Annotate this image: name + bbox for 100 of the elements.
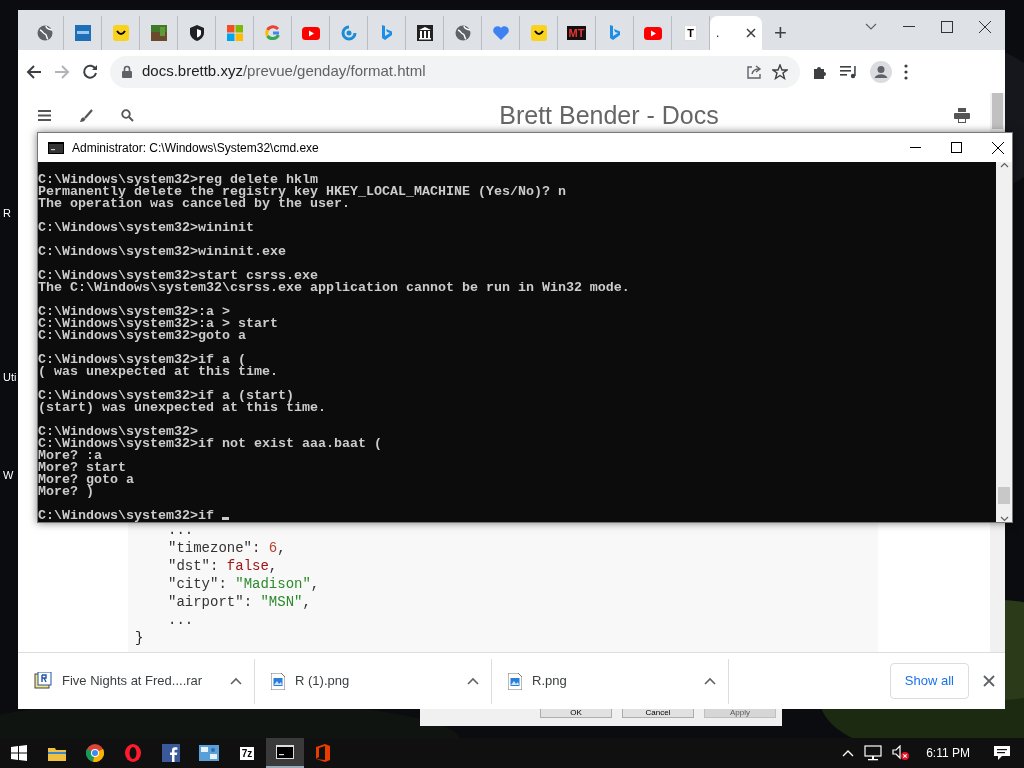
maximize-icon[interactable] [941, 21, 953, 33]
minimize-icon[interactable] [903, 26, 915, 28]
console-line: C:\Windows\system32>if a (start) [38, 390, 294, 402]
office-icon [316, 744, 330, 762]
code-line: "dst": false, [168, 557, 279, 575]
letter-icon: MT [566, 26, 587, 40]
console-line: (start) was unexpected at this time. [38, 402, 327, 414]
close-button[interactable] [983, 675, 995, 687]
reload-icon[interactable] [82, 63, 98, 80]
chevron-down-icon[interactable] [865, 23, 877, 31]
console-line: C:\Windows\system32>if not exist aaa.baat ( [38, 438, 383, 450]
desktop-icon-label[interactable]: R [3, 205, 11, 222]
notification-icon[interactable] [994, 746, 1010, 760]
file-name: Five Nights at Fred....rar [62, 672, 204, 691]
menu-dots-icon[interactable] [904, 63, 908, 80]
console-line: More? start [38, 462, 127, 474]
desktop-icon-label[interactable]: Uti [3, 369, 17, 386]
window-title: Administrator: C:\Windows\System32\cmd.exe [72, 139, 319, 157]
scroll-down-icon [999, 516, 1009, 522]
console-line: C:\Windows\system32>:a > [38, 306, 231, 318]
page-title: Brett Bender - Docs [498, 99, 720, 131]
vm-logo-icon [74, 25, 91, 41]
file-name: R (1).png [295, 672, 351, 691]
console-line: C:\Windows\system32>reg delete hklm [38, 174, 319, 186]
download-item[interactable]: R.png [492, 658, 729, 704]
minimize-icon[interactable] [910, 146, 921, 149]
smiley-icon [530, 25, 547, 41]
caret-up-icon[interactable] [467, 677, 479, 685]
avatar-icon[interactable] [870, 60, 892, 83]
scrollbar[interactable] [996, 162, 1012, 522]
smiley-icon [112, 25, 129, 41]
desktop-icon-label[interactable]: W [3, 467, 14, 484]
search-icon[interactable] [121, 109, 134, 122]
address-bar[interactable]: docs.brettb.xyz/prevue/genday/format.html [110, 55, 800, 88]
caret-up-icon[interactable] [230, 677, 242, 685]
globe-icon [36, 25, 53, 41]
opera-icon [124, 744, 142, 762]
columns-icon [416, 25, 433, 41]
browser-tab[interactable]: . [710, 16, 762, 50]
taskbar-app[interactable]: 7z [228, 738, 266, 768]
console-line: C:\Windows\system32>if a ( [38, 354, 246, 366]
control-panel-icon [199, 745, 219, 761]
tab-title: . [716, 25, 720, 42]
shield-icon [188, 25, 205, 41]
dialog-button[interactable]: OK [540, 709, 612, 718]
play-icon [643, 26, 662, 40]
facebook-icon [162, 744, 180, 762]
menu-icon[interactable] [38, 110, 51, 121]
console-line: C:\Windows\system32>goto a [38, 330, 247, 342]
code-line: ... [168, 522, 195, 539]
caret-up-icon[interactable] [704, 677, 716, 685]
share-icon[interactable] [746, 63, 762, 80]
taskbar-app[interactable] [266, 738, 304, 768]
dialog-button[interactable]: Cancel [622, 709, 694, 718]
close-icon[interactable] [746, 28, 756, 38]
muted-speaker-icon[interactable] [892, 745, 911, 761]
scrollbar-thumb[interactable] [998, 487, 1010, 504]
code-line: ... [168, 611, 195, 629]
letter-icon: T [684, 25, 697, 41]
globe-icon [454, 25, 471, 41]
console-line: More? goto a [38, 474, 135, 486]
grass-block-icon [150, 25, 167, 41]
b-logo-icon [380, 25, 393, 41]
close-icon[interactable] [992, 141, 1004, 154]
code-line: } [135, 629, 145, 647]
clock[interactable]: 6:11 PM [926, 744, 970, 762]
console-line: Permanently delete the registry key HKEY_LOCAL_MACHINE (Yes/No)? n [38, 186, 567, 198]
show-all-button[interactable]: Show all [889, 663, 969, 699]
console-line: C:\Windows\system32>wininit [38, 222, 255, 234]
file-name: R.png [532, 672, 568, 691]
download-item[interactable]: Five Nights at Fred....rar [18, 658, 255, 704]
image-file-icon [271, 672, 285, 690]
url-text: docs.brettb.xyz/prevue/genday/format.html [142, 61, 426, 82]
console-line: C:\Windows\system32>start csrss.exe [38, 270, 318, 282]
console-line: More? ) [38, 486, 94, 498]
console-icon [48, 141, 64, 154]
chevron-up-icon[interactable] [842, 749, 855, 757]
maximize-icon[interactable] [951, 142, 962, 153]
media-list-icon[interactable] [840, 64, 858, 79]
console-line: C:\Windows\system32> [38, 426, 198, 438]
star-icon[interactable] [772, 63, 788, 80]
back-icon[interactable] [26, 63, 42, 80]
swirl-icon [340, 25, 357, 41]
code-line: "city": "Madison", [168, 575, 321, 593]
play-icon [301, 26, 320, 40]
scrollbar-thumb[interactable] [992, 93, 1003, 129]
new-tab-button[interactable]: + [770, 22, 791, 44]
print-icon[interactable] [954, 108, 970, 123]
download-item[interactable]: R (1).png [255, 658, 492, 704]
archive-icon [34, 672, 52, 690]
four-squares-icon [226, 25, 243, 41]
console-line: The C:\Windows\system32\csrss.exe application cannot be run in Win32 mode. [38, 282, 631, 294]
close-icon[interactable] [979, 21, 991, 33]
heart-icon [491, 25, 510, 41]
code-line: "timezone": 6, [168, 539, 287, 557]
scroll-up-icon [999, 162, 1009, 168]
console-line: More? :a [38, 450, 102, 462]
g-logo-icon [264, 25, 281, 41]
network-icon[interactable] [864, 745, 883, 761]
brush-icon[interactable] [79, 108, 93, 123]
